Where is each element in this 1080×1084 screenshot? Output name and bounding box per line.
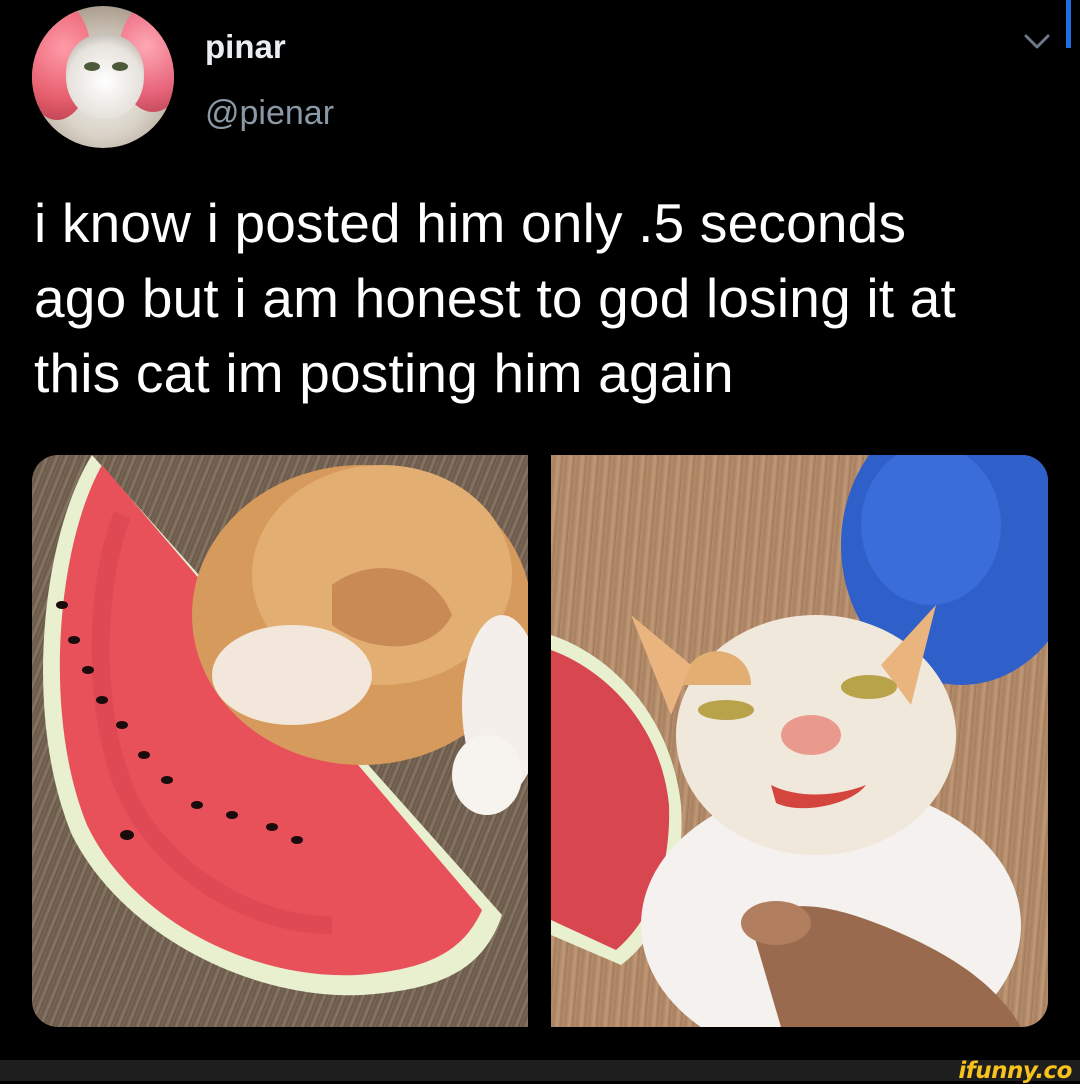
tweet: pinar @pienar i know i posted him only .…: [0, 0, 1080, 1060]
tweet-photo-2[interactable]: [551, 455, 1048, 1027]
scroll-indicator: [1066, 0, 1071, 48]
watermark-bar: [0, 1060, 1080, 1081]
user-handle[interactable]: @pienar: [205, 94, 334, 133]
tweet-text-line: i know i posted him only .5 seconds: [34, 192, 907, 254]
tweet-text-line: this cat im posting him again: [34, 342, 734, 404]
tweet-photo-1[interactable]: [32, 455, 528, 1027]
chevron-down-icon[interactable]: [1022, 30, 1052, 54]
tweet-text-line: ago but i am honest to god losing it at: [34, 267, 957, 329]
avatar[interactable]: [32, 6, 174, 148]
photo-cat-watermelon-face: [551, 455, 1048, 1027]
display-name[interactable]: pinar: [205, 28, 286, 66]
ifunny-watermark: ifunny.co: [958, 1058, 1072, 1084]
photo-cat-eating-watermelon: [43, 455, 528, 996]
tweet-text: i know i posted him only .5 seconds ago …: [34, 186, 1064, 411]
